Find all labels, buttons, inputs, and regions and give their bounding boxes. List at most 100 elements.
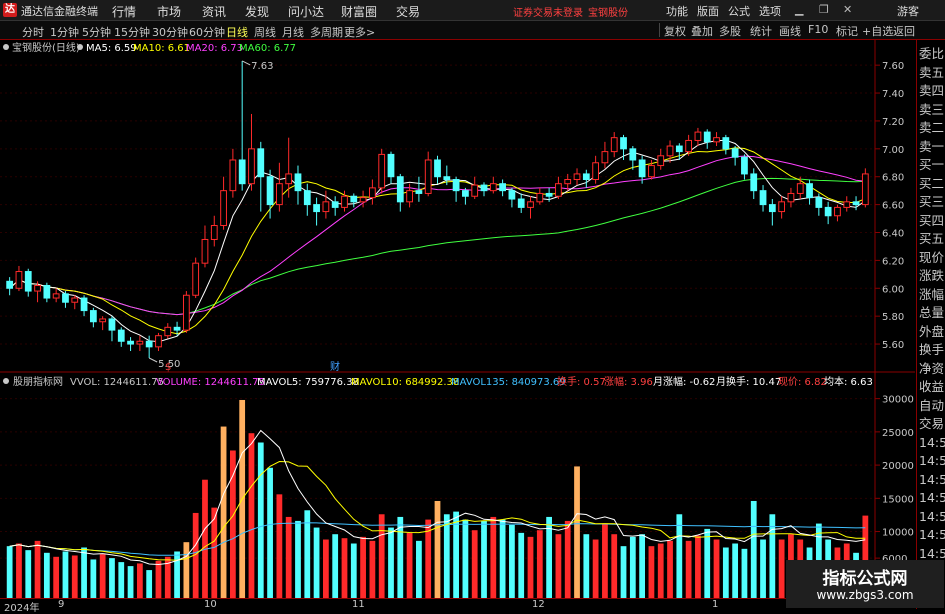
volume-tick-label: 30000 [882,395,914,406]
sidebar-item: 卖五 [919,64,945,80]
menu-trade[interactable]: 交易 [396,3,420,20]
volume-bar [267,467,273,598]
period-15min[interactable]: 15分钟 [114,24,150,40]
menu-ask[interactable]: 问小达 [288,3,324,20]
tool-add-watchlist[interactable]: +自选 [862,23,893,39]
volume-bar [639,534,646,598]
candle-body [620,137,627,150]
trade-login-notice[interactable]: 证券交易未登录 [513,4,583,19]
volume-bar [602,523,608,598]
candle-body [387,153,395,178]
volume-bar [760,539,766,598]
candle-body [731,148,739,158]
menu-wealth[interactable]: 财富圈 [341,3,377,20]
tool-overlay[interactable]: 叠加 [691,23,713,39]
tool-back[interactable]: 返回 [893,23,915,39]
candle-body [275,183,283,206]
ma-settings-dot-icon[interactable] [77,44,83,50]
volume-bar [304,510,311,598]
candle-body [759,190,767,206]
date-label-oct: 10 [204,599,217,610]
candle-body [722,137,730,150]
candle-body [155,335,162,348]
volume-bar [685,540,692,598]
volume-bar [434,500,441,598]
menu-discover[interactable]: 发现 [245,3,269,20]
candle-body [750,173,758,192]
price-tick-label: 7.00 [882,145,904,156]
period-60min[interactable]: 60分钟 [189,24,225,40]
restore-icon[interactable]: ❐ [819,3,829,16]
watermark-title: 指标公式网 [822,569,908,589]
finance-marker[interactable]: 财 [330,360,340,373]
period-more[interactable]: 更多> [344,24,375,40]
sidebar-item: 收益 [919,379,945,394]
candle-body [266,176,274,206]
tool-mark[interactable]: 标记 [836,23,858,39]
menu-layout[interactable]: 版面 [697,3,719,19]
tool-stats[interactable]: 统计 [750,23,772,39]
volume-bar [369,540,376,598]
period-1min[interactable]: 1分钟 [50,24,79,40]
settings-dot-icon[interactable] [3,44,9,50]
volume-bar [136,563,143,598]
sidebar-item: 净资 [919,360,945,376]
menu-function[interactable]: 功能 [666,3,688,19]
candle-body [406,190,413,203]
candle-body [629,148,637,161]
candle-body [703,131,711,143]
sidebar-item: 14:56 [919,527,945,542]
period-5min[interactable]: 5分钟 [82,24,111,40]
ma10-label: MA10: 6.61 [133,43,190,54]
dividend-marker[interactable]: $ [165,362,171,373]
notice-stock-name[interactable]: 宝钢股份 [588,4,628,19]
candles [6,60,869,363]
candle-body [768,204,776,213]
sidebar-item[interactable]: 交易 [919,416,944,431]
date-label-year: 2024年 [4,603,40,614]
vvol-stat: VVOL: 1244611.75 [70,377,164,388]
kline-chart[interactable]: 7.60 7.40 7.20 7.00 6.80 6.60 6.40 6.20 6.00 5.80… [0,40,915,600]
period-monthly[interactable]: 月线 [282,24,304,40]
tool-draw[interactable]: 画线 [779,23,801,39]
user-label[interactable]: 游客 [897,3,919,19]
tool-multi-stock[interactable]: 多股 [719,23,741,39]
indicator-name: 股朋指标网 [13,375,63,388]
price-tick-label: 6.40 [882,228,904,239]
period-intraday[interactable]: 分时 [22,24,44,40]
indicator-settings-dot-icon[interactable] [3,378,9,384]
candle-body [303,190,311,206]
candle-body [369,187,376,199]
tool-f10[interactable]: F10 [808,23,828,36]
date-label-nov: 11 [352,599,365,610]
period-daily[interactable]: 日线 [226,24,248,40]
price-grid [0,64,875,345]
candle-body [536,192,544,203]
candle-body [145,340,153,348]
tool-adjust[interactable]: 复权 [664,23,686,39]
candle-body [99,318,107,323]
close-icon[interactable]: ✕ [843,3,852,16]
volume-bar [25,550,32,598]
minimize-icon[interactable]: ▁ [795,3,803,16]
menu-market[interactable]: 市场 [157,3,181,20]
volume-bar [499,519,506,598]
volume-bar [350,543,357,598]
menu-formula[interactable]: 公式 [728,3,750,19]
period-30min[interactable]: 30分钟 [152,24,188,40]
volume-bar [620,546,627,598]
menu-options[interactable]: 选项 [759,3,781,19]
volume-bar [62,551,69,598]
menu-quotes[interactable]: 行情 [112,3,136,20]
menu-news[interactable]: 资讯 [202,3,226,20]
candle-body [6,280,14,289]
volume-bar [202,479,208,598]
sidebar-item[interactable]: 自动 [919,398,944,413]
volume-bar [611,534,618,598]
period-multi[interactable]: 多周期 [310,24,343,40]
candle-body [666,145,674,157]
price-header: 宝钢股份(日线) MA5: 6.59 MA10: 6.61 MA20: 6.73… [3,41,296,54]
candle-body [89,310,97,323]
period-weekly[interactable]: 周线 [254,24,276,40]
sidebar-item: 外盘 [919,323,945,339]
